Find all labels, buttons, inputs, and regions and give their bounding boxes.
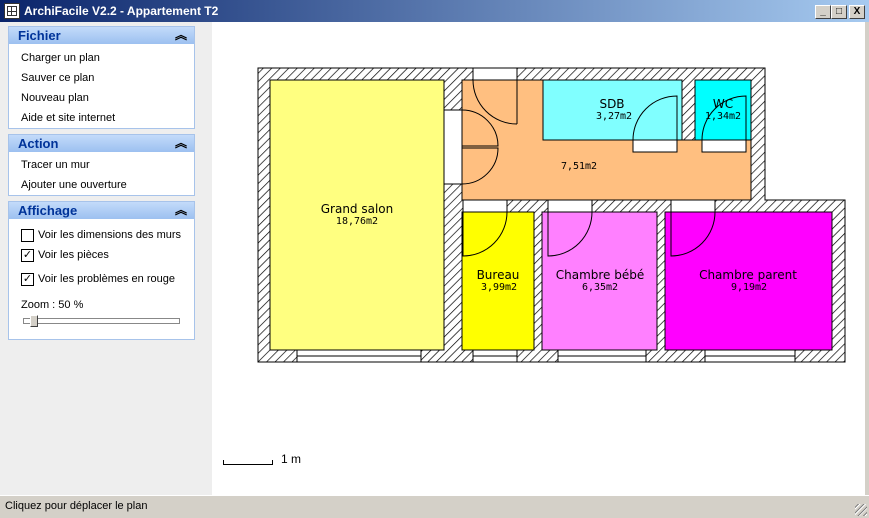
panel-header-action[interactable]: Action ︽ (9, 135, 194, 152)
opening-sdb[interactable] (632, 139, 678, 153)
room-label-bureau: Bureau (477, 268, 520, 282)
resize-grip[interactable] (855, 504, 867, 516)
panel-affichage: Affichage ︽ Voir les dimensions des murs… (8, 201, 195, 340)
panel-title-action: Action (18, 136, 59, 151)
menu-tracer-mur[interactable]: Tracer un mur (21, 159, 90, 171)
status-text: Cliquez pour déplacer le plan (5, 500, 148, 512)
room-label-sdb: SDB (599, 97, 624, 111)
menu-charger-plan[interactable]: Charger un plan (21, 52, 100, 64)
room-area-wc: 1,34m2 (705, 111, 741, 122)
room-area-chambre-bebe: 6,35m2 (582, 282, 618, 293)
panel-header-fichier[interactable]: Fichier ︽ (9, 27, 194, 44)
room-area-sdb: 3,27m2 (596, 111, 632, 122)
client-area: Fichier ︽ Charger un plan Sauver ce plan… (0, 22, 869, 495)
panel-header-affichage[interactable]: Affichage ︽ (9, 202, 194, 219)
checkbox-problemes[interactable]: ✓ (21, 273, 34, 286)
opening-entree[interactable] (472, 67, 518, 81)
menu-sauver-plan[interactable]: Sauver ce plan (21, 72, 94, 84)
opening-chambre-parent[interactable] (670, 199, 716, 213)
menu-nouveau-plan[interactable]: Nouveau plan (21, 92, 89, 104)
room-label-wc: WC (713, 97, 733, 111)
opening-chambre-bebe[interactable] (547, 199, 593, 213)
collapse-icon[interactable]: ︽ (175, 27, 187, 44)
zoom-slider-thumb[interactable] (30, 315, 38, 327)
checkbox-pieces[interactable]: ✓ (21, 249, 34, 262)
panel-action: Action ︽ Tracer un mur Ajouter une ouver… (8, 134, 195, 196)
opening-wc[interactable] (701, 139, 747, 153)
menu-ajouter-ouverture[interactable]: Ajouter une ouverture (21, 179, 127, 191)
window-title: ArchiFacile V2.2 - Appartement T2 (24, 4, 219, 18)
room-label-chambre-bebe: Chambre bébé (556, 268, 645, 282)
zoom-slider-track[interactable] (23, 318, 180, 324)
scale-label: 1 m (281, 452, 302, 466)
menu-aide[interactable]: Aide et site internet (21, 112, 115, 124)
floor-plan[interactable]: Grand salon 18,76m2 7,51m2 SDB 3,27m2 WC… (212, 22, 865, 495)
sidebar: Fichier ︽ Charger un plan Sauver ce plan… (0, 22, 212, 495)
checkbox-label-pieces[interactable]: Voir les pièces (38, 249, 109, 261)
opening-salon[interactable] (443, 109, 463, 185)
panel-fichier: Fichier ︽ Charger un plan Sauver ce plan… (8, 26, 195, 129)
room-area-bureau: 3,99m2 (481, 282, 517, 293)
title-bar: ArchiFacile V2.2 - Appartement T2 _ □ X (0, 0, 869, 22)
panel-title-fichier: Fichier (18, 28, 61, 43)
panel-title-affichage: Affichage (18, 203, 78, 218)
zoom-label: Zoom : 50 % (21, 299, 84, 311)
room-label-grand-salon: Grand salon (321, 202, 394, 216)
checkbox-label-problemes[interactable]: Voir les problèmes en rouge (38, 273, 175, 285)
plan-canvas[interactable]: Grand salon 18,76m2 7,51m2 SDB 3,27m2 WC… (212, 22, 865, 495)
scale-bar (223, 460, 273, 465)
maximize-button[interactable]: □ (831, 5, 847, 19)
status-bar: Cliquez pour déplacer le plan (0, 495, 869, 518)
collapse-icon[interactable]: ︽ (175, 202, 187, 219)
room-area-couloir: 7,51m2 (561, 161, 597, 172)
window-border (865, 22, 869, 495)
close-button[interactable]: X (849, 5, 865, 19)
room-area-grand-salon: 18,76m2 (336, 216, 378, 227)
room-label-chambre-parent: Chambre parent (699, 268, 797, 282)
opening-bureau[interactable] (462, 199, 508, 213)
minimize-button[interactable]: _ (815, 5, 831, 19)
room-area-chambre-parent: 9,19m2 (731, 282, 767, 293)
app-icon[interactable] (4, 3, 20, 19)
checkbox-dimensions[interactable] (21, 229, 34, 242)
checkbox-label-dimensions[interactable]: Voir les dimensions des murs (38, 229, 181, 241)
collapse-icon[interactable]: ︽ (175, 135, 187, 152)
